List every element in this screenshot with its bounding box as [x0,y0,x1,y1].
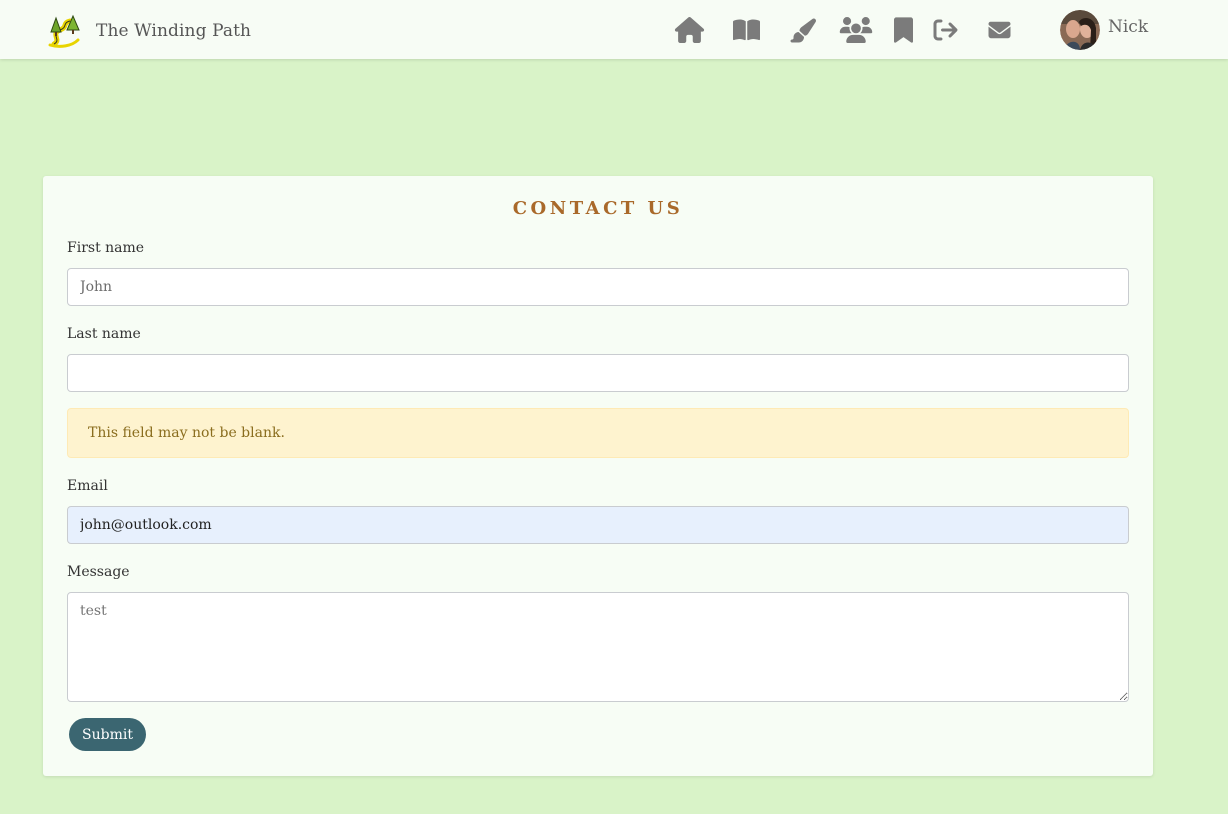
email-input[interactable] [67,506,1129,544]
main-nav [672,13,1013,47]
page-title: CONTACT US [512,198,684,219]
contact-form-card: CONTACT US First name Last name This fie… [43,176,1153,776]
submit-button[interactable]: Submit [69,718,146,751]
bookmark-icon[interactable] [893,13,913,47]
users-icon[interactable] [839,13,873,47]
book-icon[interactable] [729,13,763,47]
brand-name: The Winding Path [96,21,252,41]
brush-icon[interactable] [787,13,817,47]
email-label: Email [67,478,108,494]
envelope-icon[interactable] [985,13,1013,47]
message-label: Message [67,564,130,580]
first-name-input[interactable] [67,268,1129,306]
username: Nick [1108,17,1149,37]
top-navbar: The Winding Path Nick [0,0,1228,59]
user-menu[interactable]: Nick [1060,10,1148,50]
last-name-error-alert: This field may not be blank. [67,408,1129,458]
avatar [1060,10,1100,50]
sign-out-icon[interactable] [932,13,959,47]
message-textarea[interactable] [67,592,1129,702]
brand-link[interactable]: The Winding Path [48,14,251,48]
home-icon[interactable] [672,13,706,47]
first-name-label: First name [67,240,145,256]
last-name-input[interactable] [67,354,1129,392]
winding-path-logo [48,14,80,48]
last-name-label: Last name [67,326,141,342]
